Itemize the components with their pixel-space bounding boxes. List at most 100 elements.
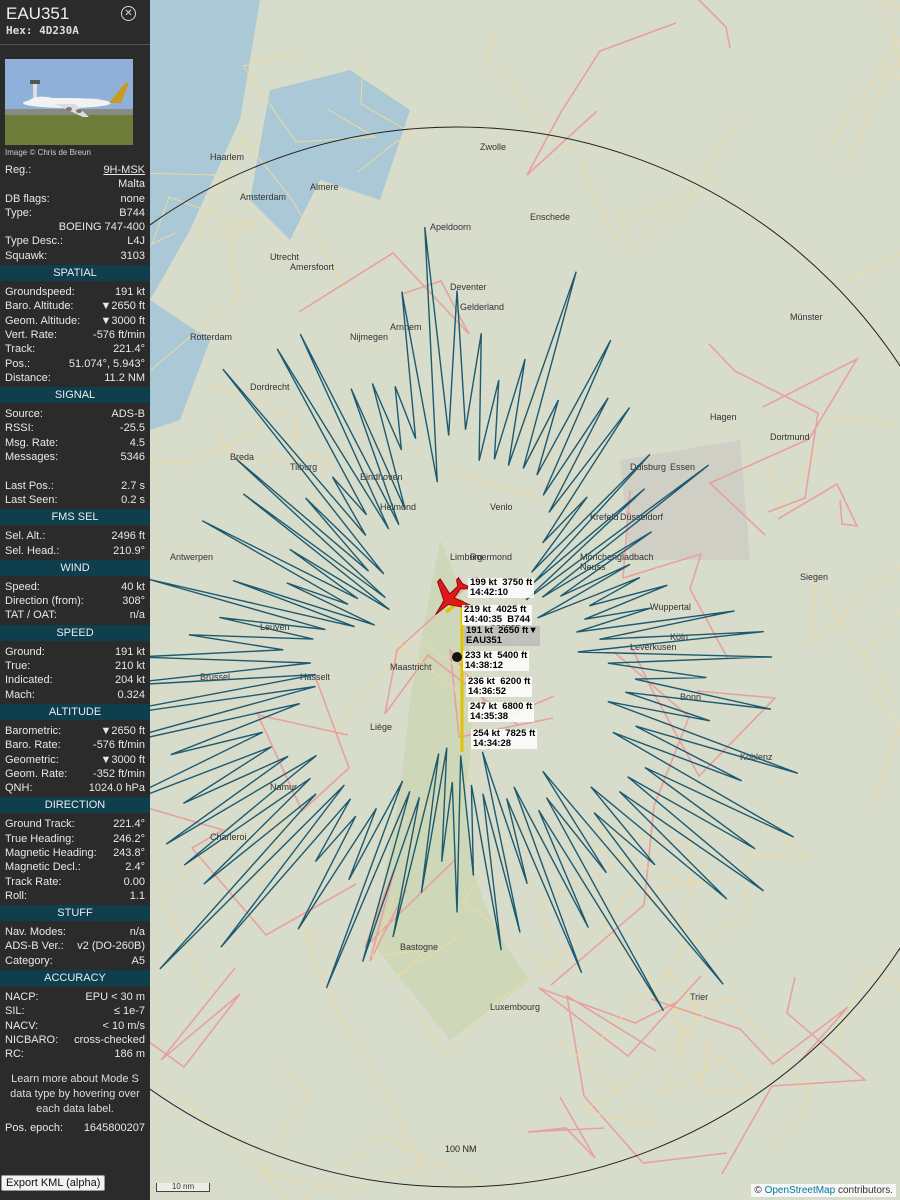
data-row[interactable]: Magnetic Decl.: 2.4° (0, 860, 150, 874)
sections-container: SPATIAL Groundspeed: 191 kt Baro. Altitude:… (0, 265, 150, 1061)
town-label: Bastogne (400, 942, 438, 952)
row-label: True Heading: (5, 832, 75, 845)
data-row[interactable]: Direction (from): 308° (0, 594, 150, 608)
data-row[interactable]: True: 210 kt (0, 659, 150, 673)
data-row[interactable]: NACV: < 10 m/s (0, 1019, 150, 1033)
row-value: 4.5 (129, 436, 145, 449)
data-row[interactable]: Sel. Head.: 210.9° (0, 544, 150, 558)
track-label: 254 kt 7825 ft 14:34:28 (471, 728, 538, 749)
map-attribution: © OpenStreetMap contributors. (751, 1184, 896, 1197)
row-value: EPU < 30 m (85, 991, 145, 1004)
registration-link[interactable]: 9H-MSK (103, 163, 145, 177)
data-row[interactable]: NICBARO: cross-checked (0, 1033, 150, 1047)
row-label: Vert. Rate: (5, 328, 57, 341)
town-label: Haarlem (210, 152, 244, 162)
data-row[interactable]: Last Pos.: 2.7 s (0, 479, 150, 493)
data-row[interactable]: Track Rate: 0.00 (0, 875, 150, 889)
row-value: ADS-B (111, 408, 145, 421)
section-header-spatial: SPATIAL (0, 265, 150, 282)
data-row[interactable]: Barometric: ▼2650 ft (0, 724, 150, 738)
close-icon[interactable]: ✕ (121, 6, 136, 21)
row-value: cross-checked (74, 1033, 145, 1046)
row-label: Magnetic Decl.: (5, 861, 81, 874)
section-header-fms-sel: FMS SEL (0, 509, 150, 526)
town-label: Dortmund (770, 432, 810, 442)
data-row[interactable]: Geom. Rate: -352 ft/min (0, 767, 150, 781)
data-row[interactable]: Geom. Altitude: ▼3000 ft (0, 314, 150, 328)
row-value: 1024.0 hPa (88, 782, 145, 795)
aircraft-photo[interactable] (5, 59, 133, 145)
row-value: n/a (129, 926, 145, 939)
row-label: Source: (5, 408, 43, 421)
hex-code: Hex: 4D230A (6, 24, 144, 37)
data-row[interactable]: Last Seen: 0.2 s (0, 493, 150, 507)
town-label: Limburg (450, 552, 483, 562)
section-header-wind: WIND (0, 559, 150, 576)
detail-row: Malta (0, 177, 150, 191)
data-row[interactable]: Sel. Alt.: 2496 ft (0, 529, 150, 543)
town-label: Deventer (450, 282, 487, 292)
data-row[interactable]: Track: 221.4° (0, 342, 150, 356)
town-label: Antwerpen (170, 552, 213, 562)
data-row[interactable]: Indicated: 204 kt (0, 673, 150, 687)
data-row[interactable]: QNH: 1024.0 hPa (0, 781, 150, 795)
row-value: 210 kt (115, 660, 145, 673)
row-value: 191 kt (115, 645, 145, 658)
data-row[interactable]: Mach: 0.324 (0, 688, 150, 702)
data-row[interactable]: Source: ADS-B (0, 407, 150, 421)
data-row[interactable]: NACP: EPU < 30 m (0, 990, 150, 1004)
data-row[interactable]: Baro. Rate: -576 ft/min (0, 738, 150, 752)
data-row[interactable]: Pos.: 51.074°, 5.943° (0, 357, 150, 371)
data-row[interactable]: Vert. Rate: -576 ft/min (0, 328, 150, 342)
row-label: Reg.: (5, 164, 32, 176)
town-label: Utrecht (270, 252, 300, 262)
range-ring-label: 100 NM (445, 1144, 477, 1154)
row-label: Geometric: (5, 753, 59, 766)
export-kml-button[interactable]: Export KML (alpha) (1, 1175, 106, 1191)
town-label: Düsseldorf (620, 512, 664, 522)
data-row[interactable]: RSSI: -25.5 (0, 421, 150, 435)
data-row (0, 464, 150, 478)
data-row[interactable]: Roll: 1.1 (0, 889, 150, 903)
town-label: Trier (690, 992, 708, 1002)
data-row[interactable]: True Heading: 246.2° (0, 832, 150, 846)
town-label: Maastricht (390, 662, 432, 672)
town-label: Wuppertal (650, 602, 691, 612)
data-row[interactable]: Speed: 40 kt (0, 580, 150, 594)
map-canvas[interactable]: Amsterdam Utrecht Haarlem Almere Amersfoort A… (150, 0, 900, 1200)
row-value: -576 ft/min (93, 328, 145, 341)
row-label: Mach: (5, 688, 35, 701)
row-label: RC: (5, 1048, 24, 1061)
row-label: Geom. Altitude: (5, 314, 81, 327)
data-row[interactable]: Ground Track: 221.4° (0, 817, 150, 831)
row-label: ADS-B Ver.: (5, 940, 64, 953)
row-label: Squawk: (5, 249, 48, 262)
row-value: ▼2650 ft (100, 724, 145, 737)
data-row[interactable]: SIL: ≤ 1e-7 (0, 1004, 150, 1018)
data-row[interactable]: Category: A5 (0, 954, 150, 968)
row-value: v2 (DO-260B) (77, 940, 145, 953)
map-view[interactable]: Amsterdam Utrecht Haarlem Almere Amersfoort A… (150, 0, 900, 1200)
data-row[interactable]: ADS-B Ver.: v2 (DO-260B) (0, 939, 150, 953)
row-value: -352 ft/min (93, 767, 145, 780)
town-label: Almere (310, 182, 339, 192)
row-label: Baro. Rate: (5, 739, 61, 752)
section-header-accuracy: ACCURACY (0, 970, 150, 987)
data-row[interactable]: Baro. Altitude: ▼2650 ft (0, 299, 150, 313)
openstreetmap-link[interactable]: OpenStreetMap (765, 1185, 836, 1196)
row-label: Baro. Altitude: (5, 300, 74, 313)
data-row[interactable]: Magnetic Heading: 243.8° (0, 846, 150, 860)
row-label: Groundspeed: (5, 286, 75, 299)
data-row[interactable]: Groundspeed: 191 kt (0, 285, 150, 299)
data-row[interactable]: RC: 186 m (0, 1047, 150, 1061)
data-row[interactable]: Distance: 11.2 NM (0, 371, 150, 385)
town-label: Enschede (530, 212, 570, 222)
data-row[interactable]: Ground: 191 kt (0, 645, 150, 659)
data-row[interactable]: TAT / OAT: n/a (0, 608, 150, 622)
row-value: 11.2 NM (104, 371, 145, 384)
data-row[interactable]: Nav. Modes: n/a (0, 925, 150, 939)
data-row[interactable]: Msg. Rate: 4.5 (0, 436, 150, 450)
data-row[interactable]: Messages: 5346 (0, 450, 150, 464)
data-row[interactable]: Geometric: ▼3000 ft (0, 753, 150, 767)
detail-row: Reg.: 9H-MSK (0, 163, 150, 177)
